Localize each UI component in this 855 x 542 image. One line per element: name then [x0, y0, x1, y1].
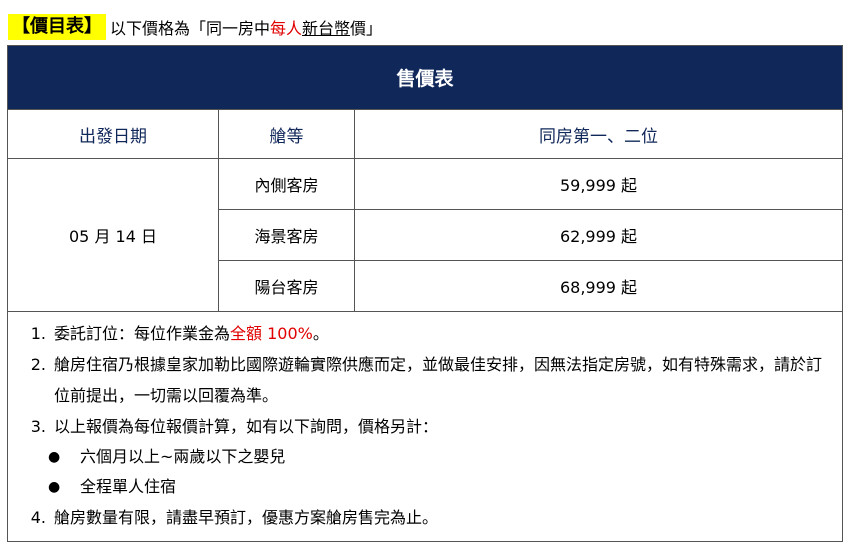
intro-per-person: 每人 [270, 19, 303, 38]
cabin-type: 陽台客房 [218, 260, 355, 312]
column-header-cabin: 艙等 [218, 109, 355, 159]
note-item-3: 3. 以上報價為每位報價計算，如有以下詢問，價格另計： [8, 411, 842, 442]
price-value: 68,999 起 [353, 260, 844, 312]
note-item-2: 2. 艙房住宿乃根據皇家加勒比國際遊輪實際供應而定，並做最佳安排，因無法指定房號… [8, 349, 842, 411]
note-number: 2. [30, 355, 46, 374]
note-text: 委託訂位：每位作業金為全額 100%。 [54, 318, 842, 349]
deposit-amount: 全額 100% [230, 324, 313, 343]
column-header-price: 同房第一、二位 [353, 109, 844, 159]
bullet-text: 全程單人住宿 [80, 477, 177, 496]
note-1-prefix: 委託訂位：每位作業金為 [54, 324, 231, 343]
note-number: 1. [30, 324, 46, 343]
bullet-icon: ● [48, 449, 61, 465]
cabin-type: 內側客房 [218, 158, 355, 210]
cabin-type: 海景客房 [218, 209, 355, 261]
intro-suffix: 價」 [350, 19, 383, 38]
note-item-1: 1. 委託訂位：每位作業金為全額 100%。 [8, 318, 842, 349]
note-number: 3. [30, 417, 46, 436]
price-value: 62,999 起 [353, 209, 844, 261]
table-row: 05 月 14 日 內側客房 59,999 起 [7, 158, 844, 312]
price-table: 售價表 出發日期 艙等 同房第一、二位 05 月 14 日 內側客房 59,99… [6, 45, 844, 542]
departure-date: 05 月 14 日 [7, 158, 219, 312]
notes-row: 1. 委託訂位：每位作業金為全額 100%。 2. 艙房住宿乃根據皇家加勒比國際… [6, 311, 844, 542]
price-list-badge: 【價目表】 [8, 14, 106, 40]
list-item: ● 全程單人住宿 [8, 472, 842, 502]
price-note-intro: 以下價格為「同一房中每人新台幣價」 [110, 15, 382, 39]
note-text: 艙房住宿乃根據皇家加勒比國際遊輪實際供應而定，並做最佳安排，因無法指定房號，如有… [54, 355, 823, 405]
bullet-text: 六個月以上~兩歲以下之嬰兒 [80, 447, 286, 466]
note-1-suffix: 。 [312, 324, 329, 343]
table-header-row: 出發日期 艙等 同房第一、二位 [7, 109, 844, 159]
list-item: ● 六個月以上~兩歲以下之嬰兒 [8, 442, 842, 472]
notes-cell: 1. 委託訂位：每位作業金為全額 100%。 2. 艙房住宿乃根據皇家加勒比國際… [6, 311, 844, 542]
intro-prefix: 以下價格為「同一房中 [110, 19, 271, 38]
note-item-4: 4. 艙房數量有限，請盡早預訂，優惠方案艙房售完為止。 [8, 502, 842, 533]
note-text: 艙房數量有限，請盡早預訂，優惠方案艙房售完為止。 [54, 508, 439, 527]
intro-currency: 新台幣 [302, 19, 351, 38]
column-header-date: 出發日期 [7, 109, 219, 159]
price-value: 59,999 起 [353, 158, 844, 210]
price-list-header: 【價目表】 以下價格為「同一房中每人新台幣價」 [8, 14, 382, 40]
note-number: 4. [30, 508, 46, 527]
table-title-row: 售價表 [6, 45, 844, 110]
table-title: 售價表 [6, 45, 844, 110]
bullet-icon: ● [48, 479, 61, 495]
note-text: 以上報價為每位報價計算，如有以下詢問，價格另計： [54, 417, 439, 436]
